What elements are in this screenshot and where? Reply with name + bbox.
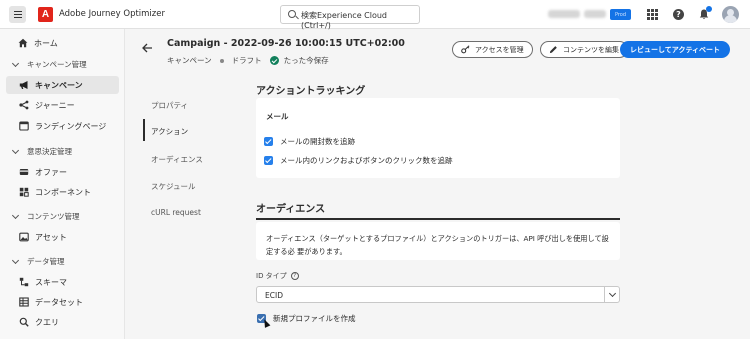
left-nav: ホーム キャンペーン管理 キャンペーン ジャーニー ランディングページ 意思決定… (0, 29, 125, 339)
sidebar-item-label: スキーマ (35, 277, 67, 287)
top-bar: A Adobe Journey Optimizer 検索Experience C… (0, 0, 750, 30)
sidebar-item-schemas[interactable]: スキーマ (6, 273, 119, 291)
audience-title: オーディエンス (256, 204, 326, 215)
edit-content-button[interactable]: コンテンツを編集 (540, 41, 628, 58)
checkbox-checked-icon (264, 156, 273, 165)
sidebar-item-label: ホーム (34, 38, 58, 48)
nav-section-label: コンテンツ管理 (27, 212, 80, 221)
landing-page-icon (19, 121, 29, 131)
track-clicks-checkbox[interactable]: メール内のリンクおよびボタンのクリック数を追跡 (264, 155, 453, 166)
tab-schedule[interactable]: スケジュール (151, 181, 195, 192)
sandbox-switcher[interactable] (584, 10, 606, 18)
key-icon (461, 45, 470, 54)
tab-properties[interactable]: プロパティ (151, 100, 188, 111)
id-type-label: ID タイプ ? (256, 271, 299, 281)
campaign-title: Campaign - 2022-09-26 10:00:15 UTC+02:00 (167, 38, 405, 49)
nav-section-decisioning[interactable]: 意思決定管理 (6, 146, 72, 157)
checkbox-checked-icon (264, 137, 273, 146)
offer-icon (19, 169, 29, 175)
campaign-type: キャンペーン (167, 56, 212, 65)
audience-divider (256, 218, 620, 220)
env-badge[interactable]: Prod (610, 9, 631, 20)
active-tab-indicator (143, 119, 145, 141)
action-tracking-title: アクショントラッキング (256, 86, 366, 97)
track-opens-checkbox[interactable]: メールの開封数を追跡 (264, 136, 355, 147)
nav-section-data[interactable]: データ管理 (6, 256, 65, 267)
chevron-down-icon (11, 146, 20, 155)
tab-audience[interactable]: オーディエンス (151, 154, 203, 165)
dataset-icon (19, 297, 29, 307)
audience-description: オーディエンス（ターゲットとするプロファイル）とアクションのトリガーは、API … (266, 234, 609, 256)
nav-section-label: キャンペーン管理 (27, 60, 87, 69)
nav-section-content[interactable]: コンテンツ管理 (6, 211, 80, 222)
back-arrow-icon[interactable] (141, 42, 153, 54)
sidebar-item-queries[interactable]: クエリ (6, 313, 119, 331)
sidebar-item-offers[interactable]: オファー (6, 163, 119, 181)
info-icon[interactable]: ? (290, 272, 299, 280)
id-type-label-text: ID タイプ (256, 272, 287, 280)
saved-status: たった今保存 (283, 56, 329, 65)
review-activate-button[interactable]: レビューしてアクティベート (620, 41, 731, 58)
id-type-picker[interactable]: ECID (256, 286, 620, 303)
sidebar-item-label: オファー (35, 167, 67, 177)
tab-curl-request[interactable]: cURL request (151, 208, 201, 217)
sidebar-item-components[interactable]: コンポーネント (6, 183, 119, 201)
id-type-value: ECID (265, 291, 283, 300)
edit-icon (549, 46, 557, 54)
checkmark-circle-icon (269, 56, 279, 65)
sidebar-item-home[interactable]: ホーム (6, 34, 119, 52)
nav-section-label: データ管理 (27, 257, 65, 266)
create-profile-checkbox[interactable]: 新規プロファイルを作成 (257, 313, 356, 324)
draft-status-dot (219, 58, 224, 63)
checkbox-label: 新規プロファイルを作成 (273, 314, 356, 323)
help-icon[interactable]: ? (673, 9, 684, 20)
search-icon (288, 10, 296, 18)
manage-access-label: アクセスを管理 (475, 45, 524, 54)
assets-icon (19, 232, 29, 242)
org-switcher[interactable] (548, 10, 580, 18)
adobe-logo-icon: A (38, 7, 53, 22)
hamburger-menu-icon[interactable] (9, 6, 26, 23)
sidebar-item-label: データセット (35, 297, 83, 307)
sidebar-item-label: アセット (35, 232, 67, 242)
email-section-label: メール (266, 112, 289, 121)
sidebar-item-datasets[interactable]: データセット (6, 293, 119, 311)
chevron-down-icon (11, 59, 20, 68)
app-name: Adobe Journey Optimizer (59, 9, 165, 19)
schema-icon (19, 277, 29, 287)
journey-icon (19, 100, 29, 110)
status-badge: ドラフト (231, 56, 262, 65)
components-icon (19, 187, 29, 197)
edit-content-label: コンテンツを編集 (563, 45, 619, 54)
manage-access-button[interactable]: アクセスを管理 (452, 41, 533, 58)
query-icon (19, 317, 29, 327)
sidebar-item-campaigns[interactable]: キャンペーン (6, 76, 119, 94)
sidebar-item-label: ランディングページ (35, 121, 107, 131)
sidebar-item-journeys[interactable]: ジャーニー (6, 96, 119, 114)
megaphone-icon (19, 81, 28, 89)
chevron-down-icon[interactable] (604, 287, 619, 302)
search-input[interactable]: 検索Experience Cloud (Ctrl+/) (280, 5, 420, 30)
sidebar-item-label: コンポーネント (35, 187, 91, 197)
sidebar-item-label: ジャーニー (35, 100, 75, 110)
chevron-down-icon (11, 211, 20, 220)
tab-actions[interactable]: アクション (151, 126, 188, 137)
home-icon (18, 38, 28, 48)
sidebar-item-label: キャンペーン (35, 80, 83, 90)
nav-section-label: 意思決定管理 (27, 147, 72, 156)
review-activate-label: レビューしてアクティベート (630, 45, 721, 54)
avatar[interactable] (722, 6, 739, 23)
notification-dot (706, 6, 712, 12)
sidebar-item-landing-pages[interactable]: ランディングページ (6, 117, 119, 135)
sidebar-item-assets[interactable]: アセット (6, 228, 119, 246)
search-placeholder: 検索Experience Cloud (Ctrl+/) (301, 11, 388, 30)
chevron-down-icon (11, 256, 20, 265)
checkbox-label: メールの開封数を追跡 (280, 137, 355, 146)
nav-section-campaign[interactable]: キャンペーン管理 (6, 59, 87, 70)
checkbox-label: メール内のリンクおよびボタンのクリック数を追跡 (280, 156, 453, 165)
campaign-status-line: キャンペーン ドラフト たった今保存 (167, 55, 329, 66)
apps-grid-icon[interactable] (647, 9, 658, 20)
sidebar-item-label: クエリ (35, 317, 59, 327)
